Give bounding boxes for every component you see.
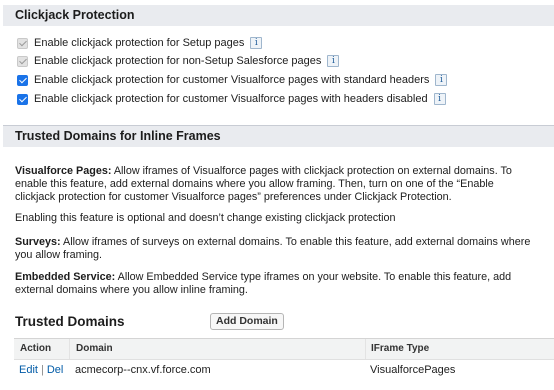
column-header-action: Action — [20, 343, 52, 354]
visualforce-text-line-1: Allow iframes of Visualforce pages with … — [111, 165, 512, 177]
column-header-domain: Domain — [69, 339, 365, 359]
clickjack-option-setup[interactable]: Enable clickjack protection for Setup pa… — [17, 35, 263, 51]
info-icon[interactable]: i — [327, 55, 340, 67]
embedded-text-line-1: Allow Embedded Service type iframes on y… — [115, 271, 512, 283]
clickjack-section-header: Clickjack Protection — [3, 5, 554, 26]
visualforce-text-line-3: clickjack protection for customer Visual… — [15, 191, 452, 203]
embedded-text-line-2: external domains where you allow inline … — [15, 284, 248, 296]
iframe-type-cell: VisualforcePages — [370, 364, 456, 376]
surveys-label: Surveys: — [15, 236, 61, 248]
visualforce-description: Visualforce Pages: Allow iframes of Visu… — [15, 165, 552, 204]
checkbox-checked-disabled[interactable] — [17, 37, 28, 49]
surveys-text-line-2: you allow framing. — [15, 249, 103, 261]
table-header-row: Action Domain IFrame Type — [14, 339, 554, 360]
optional-note: Enabling this feature is optional and do… — [15, 212, 396, 224]
clickjack-option-vf-headers-disabled[interactable]: Enable clickjack protection for customer… — [17, 91, 446, 107]
add-domain-button[interactable]: Add Domain — [210, 313, 284, 330]
edit-link[interactable]: Edit — [19, 364, 38, 376]
embedded-service-description: Embedded Service: Allow Embedded Service… — [15, 271, 552, 297]
trusted-domains-title: Trusted Domains — [15, 314, 125, 329]
visualforce-text-line-2: enable this feature, add external domain… — [15, 178, 494, 190]
info-icon[interactable]: i — [433, 93, 446, 105]
surveys-description: Surveys: Allow iframes of surveys on ext… — [15, 236, 552, 262]
checkbox-checked-disabled[interactable] — [17, 55, 28, 67]
clickjack-option-vf-standard-headers[interactable]: Enable clickjack protection for customer… — [17, 72, 448, 88]
info-icon[interactable]: i — [435, 74, 448, 86]
clickjack-option-label: Enable clickjack protection for customer… — [34, 93, 428, 105]
clickjack-option-label: Enable clickjack protection for Setup pa… — [34, 37, 245, 49]
clickjack-option-label: Enable clickjack protection for customer… — [34, 74, 430, 86]
clickjack-option-non-setup[interactable]: Enable clickjack protection for non-Setu… — [17, 53, 340, 69]
trusted-domains-table: Action Domain IFrame Type Edit | Del acmec… — [14, 338, 554, 380]
visualforce-label: Visualforce Pages: — [15, 165, 112, 177]
checkbox-checked[interactable] — [17, 74, 28, 86]
action-separator: | — [40, 364, 44, 376]
action-cell: Edit | Del — [14, 360, 69, 380]
trusted-domains-section-header: Trusted Domains for Inline Frames — [3, 125, 554, 147]
domain-cell: acmecorp--cnx.vf.force.com — [75, 364, 211, 376]
surveys-text-line-1: Allow iframes of surveys on external dom… — [60, 236, 531, 248]
delete-link[interactable]: Del — [47, 364, 64, 376]
clickjack-option-label: Enable clickjack protection for non-Setu… — [34, 55, 322, 67]
embedded-service-label: Embedded Service: — [15, 271, 116, 283]
checkbox-checked[interactable] — [17, 93, 28, 105]
table-row: Edit | Del acmecorp--cnx.vf.force.com Visu… — [14, 360, 554, 380]
info-icon[interactable]: i — [250, 37, 263, 49]
column-header-iframe-type: IFrame Type — [365, 339, 554, 359]
